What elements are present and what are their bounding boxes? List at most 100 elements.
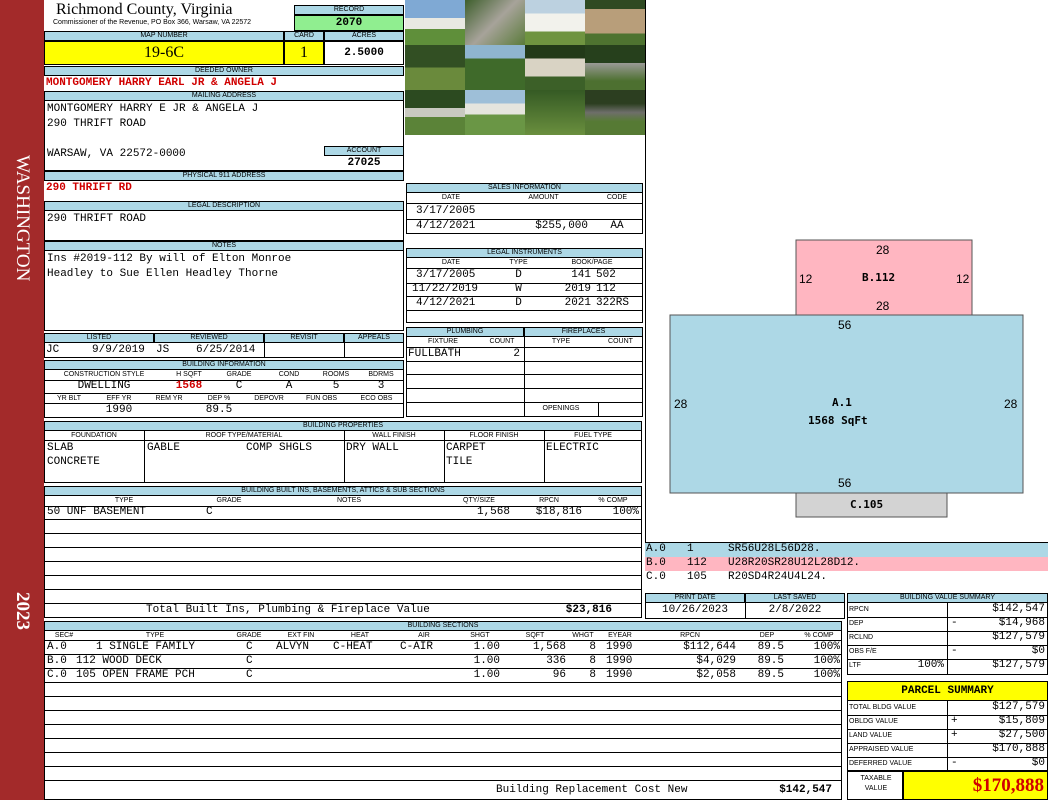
sec-b-dep: 89.5: [757, 655, 784, 667]
foundation-2: CONCRETE: [47, 456, 100, 468]
county-title: Richmond County, Virginia: [56, 1, 233, 18]
replacement-cost-label: Building Replacement Cost New: [496, 784, 688, 796]
roof-type: GABLE: [147, 442, 181, 454]
card-label: CARD: [284, 31, 324, 41]
sec-air-header: AIR: [418, 632, 430, 639]
ps-obldg: $15,809: [998, 715, 1045, 727]
sec-a-ext: ALVYN: [276, 641, 310, 653]
sec-sqft-header: SQFT: [525, 632, 545, 639]
bi-grade-header: GRADE: [226, 371, 252, 378]
vs-ltf: $127,579: [992, 659, 1045, 671]
ps-appraised-label: APPRAISED VALUE: [849, 746, 914, 753]
sec-b-type: 112 WOOD DECK: [76, 655, 162, 667]
bit-comp-header: % COMP: [598, 497, 628, 504]
sketch-b-top: 28: [876, 243, 890, 257]
record-label: RECORD: [294, 5, 404, 15]
sec-heat-header: HEAT: [350, 632, 370, 639]
sec-whgt-header: WHGT: [572, 632, 594, 639]
sec-a-heat: C-HEAT: [333, 641, 373, 653]
sketch-area: 28 12 12 B.112 28 56 28 28 A.1 1568 SqFt…: [645, 0, 1048, 543]
sketch-b-bottom: 28: [876, 299, 890, 313]
sketch-b-label: B.112: [862, 271, 896, 284]
sketch-a-area: 1568 SqFt: [808, 414, 868, 427]
vs-dep-label: DEP: [849, 620, 864, 627]
bi-effyr: 1990: [105, 404, 133, 416]
sec-a-eyear: 1990: [606, 641, 633, 653]
floor-finish-1: CARPET: [446, 442, 486, 454]
notes-line-1: Ins #2019-112 By will of Elton Monroe: [47, 253, 292, 265]
sec-comp-header: % COMP: [804, 632, 834, 639]
sec-shgt-header: SHGT: [470, 632, 490, 639]
legend-b-code: B.0: [646, 557, 666, 569]
legend-b-num: 112: [687, 557, 707, 569]
plumbing-fixture-header: FIXTURE: [428, 338, 458, 345]
bi-depovr-header: DEPOVR: [254, 395, 284, 402]
building-info-label: BUILDING INFORMATION: [44, 360, 404, 370]
photo-shed-1: [525, 0, 585, 45]
foundation-header: FOUNDATION: [71, 432, 117, 439]
sec-dep-header: DEP: [759, 632, 775, 639]
sec-b-comp: 100%: [813, 655, 840, 667]
map-number: 19-6C: [44, 41, 284, 65]
vs-dep: $14,968: [998, 617, 1045, 629]
sec-grade-header: GRADE: [236, 632, 262, 639]
bi-rooms-header: ROOMS: [322, 371, 350, 378]
sec-b-shgt: 1.00: [473, 655, 500, 667]
bit-rpcn: $18,816: [535, 506, 582, 518]
fireplaces-label: FIREPLACES: [524, 327, 643, 337]
sec-ext-header: EXT FIN: [287, 632, 315, 639]
li-book-1: 141: [571, 269, 591, 281]
photo-house-4: [465, 90, 525, 135]
legend-b-path: U28R20SR28U12L28D12.: [728, 557, 861, 569]
reviewed-by: JS: [156, 344, 170, 356]
sec-c-sec: C.0: [47, 669, 67, 681]
li-type-1: D: [515, 269, 522, 281]
vs-obs-label: OBS F/E: [849, 648, 877, 655]
sec-c-comp: 100%: [813, 669, 840, 681]
photo-trees: [525, 90, 585, 135]
bi-grade: C: [235, 380, 243, 392]
floor-finish-2: TILE: [446, 456, 473, 468]
print-date-label: PRINT DATE: [645, 593, 745, 603]
legend-a-path: SR56U28L56D28.: [728, 543, 821, 555]
li-date-2: 11/22/2019: [412, 283, 479, 295]
sec-c-eyear: 1990: [606, 669, 633, 681]
photo-mailbox-2: [585, 90, 645, 135]
li-book-2: 2019: [564, 283, 591, 295]
taxable-label: TAXABLE VALUE: [860, 775, 892, 792]
photo-house-3: [405, 90, 465, 135]
sales-label: SALES INFORMATION: [406, 183, 643, 193]
photo-mailbox: [405, 45, 465, 90]
photo-yard-1: [465, 45, 525, 90]
li-date-header: DATE: [441, 259, 461, 266]
parcel-summary-title: PARCEL SUMMARY: [847, 681, 1048, 701]
district-sidebar: WASHINGTON 2023: [0, 0, 44, 800]
physical-address: 290 THRIFT RD: [46, 182, 132, 194]
sales-date-1: 3/17/2005: [416, 205, 476, 217]
sketch-a-label: A.1: [832, 396, 852, 409]
photo-shed-3: [525, 45, 585, 90]
legend-a-code: A.0: [646, 543, 666, 555]
bit-qty: 1,568: [476, 506, 510, 518]
photo-grid: [405, 0, 645, 135]
sec-c-sqft: 96: [552, 669, 566, 681]
bi-style: DWELLING: [77, 380, 131, 392]
li-page-1: 502: [596, 269, 616, 281]
li-page-3: 322RS: [596, 297, 630, 309]
li-date-3: 4/12/2021: [416, 297, 476, 309]
record-value: 2070: [294, 15, 404, 31]
floor-header: FLOOR FINISH: [469, 432, 519, 439]
sales-code-header: CODE: [606, 194, 628, 201]
account-label: ACCOUNT: [324, 146, 404, 156]
vs-rclnd-label: RCLND: [849, 634, 874, 641]
li-page-2: 112: [596, 283, 616, 295]
photo-house-2: [465, 0, 525, 45]
bi-bdrms: 3: [377, 380, 385, 392]
photo-carport: [585, 45, 645, 90]
building-sections-label: BUILDING SECTIONS: [44, 621, 842, 631]
sketch-a-top: 56: [838, 318, 852, 332]
vs-ltf-pct: 100%: [917, 659, 944, 671]
plumbing-label: PLUMBING: [406, 327, 524, 337]
sec-b-rpcn: $4,029: [696, 655, 736, 667]
reviewed-date: 6/25/2014: [196, 344, 256, 356]
